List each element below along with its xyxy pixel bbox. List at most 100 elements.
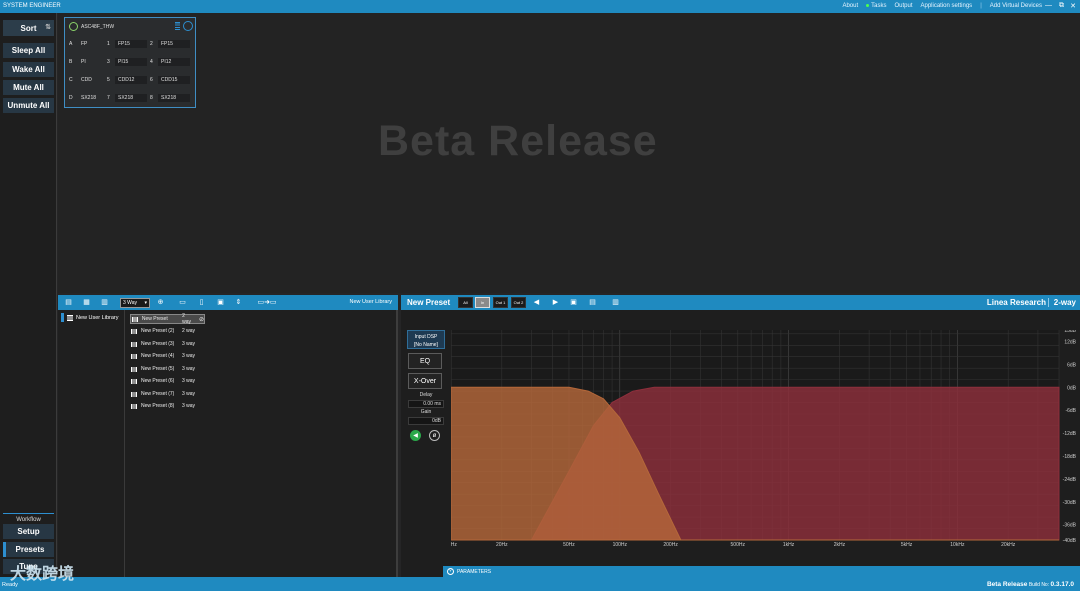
close-icon[interactable]: ✕	[1070, 2, 1076, 10]
way-select[interactable]: 3 Way ▾	[120, 298, 150, 308]
export-icon[interactable]: ▥	[100, 298, 109, 307]
preset-ways: 3 way	[182, 366, 196, 372]
channel-cell[interactable]: FP15	[158, 40, 190, 48]
meter-icon	[175, 22, 180, 30]
menu-add-virtual-devices[interactable]: Add Virtual Devices	[990, 3, 1042, 9]
menu-output[interactable]: Output	[894, 3, 912, 9]
preset-item[interactable]: New Preset 2 way ⊘	[130, 313, 205, 325]
preset-grid-icon	[131, 341, 138, 347]
sleep-all-button[interactable]: Sleep All	[3, 43, 54, 58]
status-bar: Ready Beta Release Build No: 0.3.17.0	[0, 577, 1080, 591]
move-folder-icon[interactable]: ▭➜▭	[254, 298, 280, 307]
library-toolbar: ▤ ▦ ▥ 3 Way ▾ ⊕ ▭ ▯ ▣ ⇕ ▭➜▭ New User Libr…	[58, 295, 398, 310]
preset-name: New Preset (2)	[141, 328, 175, 334]
eq-button[interactable]: EQ	[408, 353, 442, 369]
preset-item[interactable]: New Preset (8) 3 way	[130, 401, 205, 411]
channel-out2-button[interactable]: Out 2	[511, 297, 526, 308]
input-dsp-button[interactable]: Input DSP [No Name]	[407, 330, 445, 349]
delay-label: Delay	[419, 392, 433, 398]
add-icon[interactable]: ⊕	[156, 298, 165, 307]
sort-up-down-icon[interactable]: ⇕	[234, 298, 243, 307]
device-card[interactable]: ASC48F_THW A FP 1 FP15 2 FP15 B PI 3 PI1…	[64, 17, 196, 108]
channel-cell[interactable]: CDD15	[158, 76, 190, 84]
left-sidebar: Sort ⇅ Sleep All Wake All Mute All Unmut…	[0, 13, 57, 577]
edit-icon[interactable]: ⊘	[199, 316, 204, 323]
channel-number: 7	[107, 95, 110, 101]
x-axis-ticks: 10Hz 20Hz 50Hz 100Hz 200Hz 500Hz 1kHz 2kHz 5kHz 1…	[451, 542, 1016, 548]
unmute-all-button[interactable]: Unmute All	[3, 98, 54, 113]
delay-field[interactable]: 0.00 ms	[408, 400, 444, 408]
arrow-right-icon[interactable]: ▶	[551, 298, 560, 307]
new-preset-icon[interactable]: ▤	[64, 298, 73, 307]
build-label: Build No:	[1028, 582, 1050, 588]
chevron-down-icon: ▾	[144, 300, 147, 306]
channel-cell[interactable]: SX218	[115, 94, 147, 102]
copy-icon[interactable]: ▥	[611, 298, 620, 307]
channel-cell[interactable]: PI15	[115, 58, 147, 66]
menu-tasks-label: Tasks	[871, 3, 887, 9]
preset-item[interactable]: New Preset (6) 3 way	[130, 376, 205, 386]
channel-all-button[interactable]: All	[458, 297, 473, 308]
build-number: 0.3.17.0	[1050, 581, 1075, 588]
menu-tasks[interactable]: Tasks	[866, 3, 886, 9]
lock-icon[interactable]: ▣	[216, 298, 225, 307]
xover-button[interactable]: X-Over	[408, 373, 442, 389]
save-icon[interactable]: ▣	[569, 298, 578, 307]
workflow-presets[interactable]: Presets	[3, 542, 54, 557]
power-icon[interactable]	[183, 21, 193, 31]
sort-button[interactable]: Sort ⇅	[3, 20, 54, 36]
channel-cell[interactable]: FP15	[115, 40, 147, 48]
library-icon	[67, 314, 73, 321]
restore-icon[interactable]: ⧉	[1059, 2, 1064, 10]
device-row-a: A FP 1 FP15 2 FP15	[69, 40, 190, 48]
y-tick-label: 0dB	[1067, 385, 1077, 391]
preset-ways: 3 way	[182, 353, 196, 359]
menu-app-settings[interactable]: Application settings	[920, 3, 972, 9]
channel-out1-button[interactable]: Out 1	[493, 297, 508, 308]
mute-speaker-icon[interactable]: ◀	[410, 430, 421, 441]
device-row-b: B PI 3 PI15 4 PI12	[69, 58, 190, 66]
delete-icon[interactable]: ▯	[197, 298, 206, 307]
gain-field[interactable]: 0dB	[408, 417, 444, 425]
mute-all-button[interactable]: Mute All	[3, 80, 54, 95]
folder-icon[interactable]: ▭	[178, 298, 187, 307]
wake-all-button[interactable]: Wake All	[3, 62, 54, 77]
x-tick-label: 50Hz	[563, 542, 575, 548]
document-icon[interactable]: ▤	[588, 298, 597, 307]
arrow-left-icon[interactable]: ◀	[532, 298, 541, 307]
y-tick-label: 15dB	[1064, 330, 1076, 334]
preset-name: New Preset	[141, 316, 168, 322]
open-icon[interactable]: ▦	[82, 298, 91, 307]
menu-separator: |	[980, 3, 982, 9]
parameters-bar[interactable]: ˅ PARAMETERS	[443, 566, 1080, 577]
selection-indicator	[61, 313, 64, 322]
preset-name: New Preset (8)	[141, 403, 175, 409]
y-tick-label: -30dB	[1063, 500, 1077, 506]
minimize-icon[interactable]: —	[1045, 2, 1052, 9]
preset-item[interactable]: New Preset (3) 3 way	[130, 339, 205, 349]
tree-item-user-library[interactable]: New User Library	[61, 313, 118, 322]
row-letter: B	[69, 59, 73, 65]
workflow-setup[interactable]: Setup	[3, 524, 54, 539]
preset-item[interactable]: New Preset (2) 2 way	[130, 326, 205, 336]
parameters-label: PARAMETERS	[457, 568, 492, 575]
preset-item[interactable]: New Preset (7) 3 way	[130, 389, 205, 399]
preset-name: New Preset (3)	[141, 341, 175, 347]
phase-invert-icon[interactable]: ø	[429, 430, 440, 441]
device-header: ASC48F_THW	[69, 22, 114, 31]
channel-cell[interactable]: PI12	[158, 58, 190, 66]
preset-ways: 3 way	[182, 403, 196, 409]
preset-grid-icon	[131, 353, 138, 359]
channel-cell[interactable]: CDD12	[115, 76, 147, 84]
sort-icon: ⇅	[45, 24, 51, 31]
eq-response-chart[interactable]: 10Hz 20Hz 50Hz 100Hz 200Hz 500Hz 1kHz 2kHz 5kHz 1…	[451, 330, 1079, 548]
channel-in-button[interactable]: In	[475, 297, 490, 308]
preset-title: New Preset	[407, 298, 451, 307]
menu-about[interactable]: About	[842, 3, 858, 9]
channel-cell[interactable]: SX218	[158, 94, 190, 102]
preset-grid-icon	[131, 391, 138, 397]
preset-item[interactable]: New Preset (4) 3 way	[130, 351, 205, 361]
preset-item[interactable]: New Preset (5) 3 way	[130, 364, 205, 374]
device-name: ASC48F_THW	[81, 23, 115, 30]
way-label: 2-way	[1047, 298, 1076, 307]
